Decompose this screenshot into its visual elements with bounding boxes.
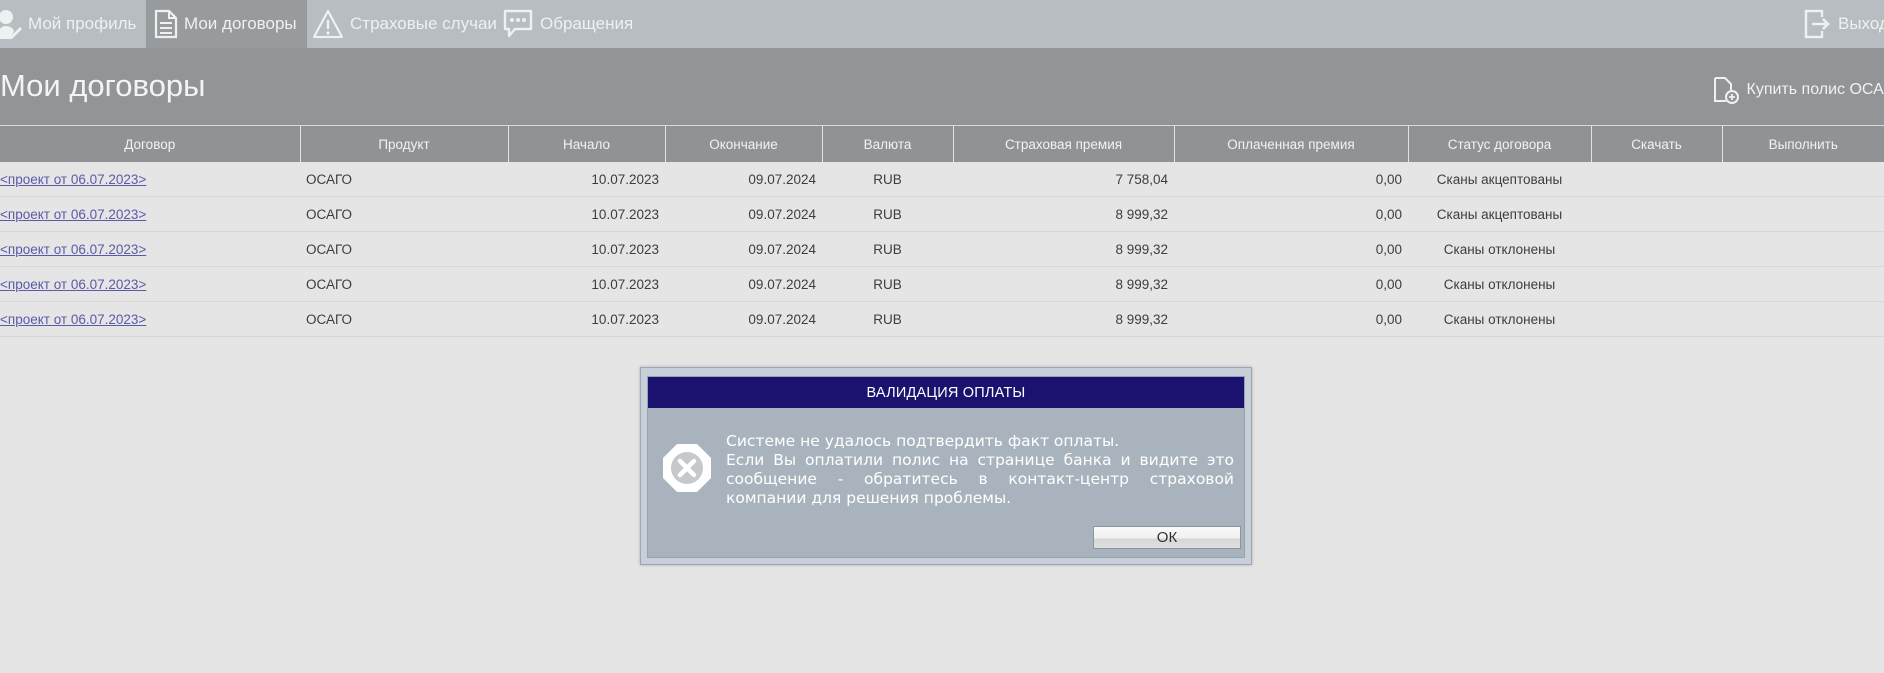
dialog-message-line1: Системе не удалось подтвердить факт опла… [726, 432, 1120, 450]
ok-button[interactable]: ОК [1093, 526, 1241, 549]
user-edit-icon [0, 9, 22, 39]
nav-item-contracts[interactable]: Мои договоры [146, 0, 307, 48]
contract-link[interactable]: <проект от 06.07.2023> [0, 242, 146, 257]
header-start[interactable]: Начало [507, 125, 665, 162]
contract-link[interactable]: <проект от 06.07.2023> [0, 312, 146, 327]
cell-execute [1722, 266, 1884, 302]
cell-end: 09.07.2024 [665, 162, 822, 197]
cell-status: Сканы отклонены [1408, 231, 1591, 267]
nav-label-cases: Страховые случаи [350, 14, 497, 33]
contracts-table: Договор Продукт Начало Окончание Валюта … [0, 125, 1884, 337]
error-octagon-icon [662, 443, 712, 498]
contract-link[interactable]: <проект от 06.07.2023> [0, 207, 146, 222]
cell-end: 09.07.2024 [665, 196, 822, 232]
cell-premium: 7 758,04 [953, 162, 1174, 197]
cell-start: 10.07.2023 [508, 231, 665, 267]
cell-paid: 0,00 [1174, 231, 1408, 267]
table-row: <проект от 06.07.2023> ОСАГО 10.07.2023 … [0, 266, 1884, 302]
dialog-body: ВАЛИДАЦИЯ ОПЛАТЫ Системе не удалось подт… [647, 376, 1245, 558]
contract-link[interactable]: <проект от 06.07.2023> [0, 172, 146, 187]
nav-item-logout[interactable]: Выход [1804, 0, 1884, 48]
cell-status: Сканы отклонены [1408, 266, 1591, 302]
cell-download [1591, 196, 1722, 232]
cell-currency: RUB [822, 196, 953, 232]
nav-item-cases[interactable]: Страховые случаи [312, 0, 497, 48]
nav-label-appeals: Обращения [540, 14, 634, 33]
cell-execute [1722, 231, 1884, 267]
cell-end: 09.07.2024 [665, 266, 822, 302]
cell-end: 09.07.2024 [665, 231, 822, 267]
cell-end: 09.07.2024 [665, 301, 822, 337]
document-icon [154, 9, 178, 39]
nav-item-profile[interactable]: Мой профиль [0, 0, 136, 48]
cell-premium: 8 999,32 [953, 266, 1174, 302]
cell-start: 10.07.2023 [508, 196, 665, 232]
cell-paid: 0,00 [1174, 162, 1408, 197]
table-header-row: Договор Продукт Начало Окончание Валюта … [0, 125, 1884, 162]
cell-currency: RUB [822, 231, 953, 267]
table-row: <проект от 06.07.2023> ОСАГО 10.07.2023 … [0, 196, 1884, 232]
cell-download [1591, 266, 1722, 302]
cell-start: 10.07.2023 [508, 162, 665, 197]
cell-paid: 0,00 [1174, 301, 1408, 337]
header-premium[interactable]: Страховая премия [952, 125, 1174, 162]
header-product[interactable]: Продукт [299, 125, 508, 162]
buy-osago-button[interactable]: Купить полис ОСАГО [1713, 76, 1884, 104]
table-row: <проект от 06.07.2023> ОСАГО 10.07.2023 … [0, 301, 1884, 337]
cell-paid: 0,00 [1174, 196, 1408, 232]
header-paid[interactable]: Оплаченная премия [1173, 125, 1408, 162]
cell-premium: 8 999,32 [953, 301, 1174, 337]
cell-currency: RUB [822, 162, 953, 197]
nav-item-appeals[interactable]: Обращения [502, 0, 633, 48]
cell-product: ОСАГО [300, 266, 508, 302]
table-row: <проект от 06.07.2023> ОСАГО 10.07.2023 … [0, 162, 1884, 197]
cell-execute [1722, 162, 1884, 197]
cell-currency: RUB [822, 266, 953, 302]
header-download[interactable]: Скачать [1590, 125, 1722, 162]
contract-link[interactable]: <проект от 06.07.2023> [0, 277, 146, 292]
cell-currency: RUB [822, 301, 953, 337]
top-navigation: Мой профиль Мои договоры Страховые случа… [0, 0, 1884, 48]
header-execute[interactable]: Выполнить [1721, 125, 1884, 162]
warning-icon [312, 9, 344, 39]
cell-download [1591, 301, 1722, 337]
table-row: <проект от 06.07.2023> ОСАГО 10.07.2023 … [0, 231, 1884, 267]
cell-product: ОСАГО [300, 301, 508, 337]
nav-label-logout: Выход [1838, 14, 1884, 33]
cell-premium: 8 999,32 [953, 231, 1174, 267]
document-add-icon [1713, 76, 1739, 104]
dialog-title: ВАЛИДАЦИЯ ОПЛАТЫ [648, 377, 1244, 408]
header-contract[interactable]: Договор [0, 125, 300, 162]
cell-start: 10.07.2023 [508, 301, 665, 337]
cell-product: ОСАГО [300, 196, 508, 232]
page-header: Мои договоры Купить полис ОСАГО [0, 48, 1884, 125]
cell-premium: 8 999,32 [953, 196, 1174, 232]
dialog-message: Системе не удалось подтвердить факт опла… [726, 432, 1234, 508]
cell-start: 10.07.2023 [508, 266, 665, 302]
cell-status: Сканы акцептованы [1408, 196, 1591, 232]
page-title: Мои договоры [0, 68, 206, 103]
cell-paid: 0,00 [1174, 266, 1408, 302]
header-status[interactable]: Статус договора [1407, 125, 1591, 162]
nav-label-profile: Мой профиль [28, 14, 137, 33]
cell-download [1591, 162, 1722, 197]
cell-download [1591, 231, 1722, 267]
cell-product: ОСАГО [300, 162, 508, 197]
cell-execute [1722, 301, 1884, 337]
header-currency[interactable]: Валюта [821, 125, 953, 162]
header-end[interactable]: Окончание [664, 125, 822, 162]
cell-status: Сканы отклонены [1408, 301, 1591, 337]
cell-status: Сканы акцептованы [1408, 162, 1591, 197]
cell-execute [1722, 196, 1884, 232]
chat-icon [502, 8, 534, 40]
dialog-message-line2: Если Вы оплатили полис на странице банка… [726, 451, 1234, 507]
exit-icon [1804, 8, 1832, 40]
buy-osago-label: Купить полис ОСАГО [1746, 81, 1884, 98]
payment-validation-dialog: ВАЛИДАЦИЯ ОПЛАТЫ Системе не удалось подт… [640, 367, 1252, 565]
nav-label-contracts: Мои договоры [184, 14, 297, 33]
cell-product: ОСАГО [300, 231, 508, 267]
